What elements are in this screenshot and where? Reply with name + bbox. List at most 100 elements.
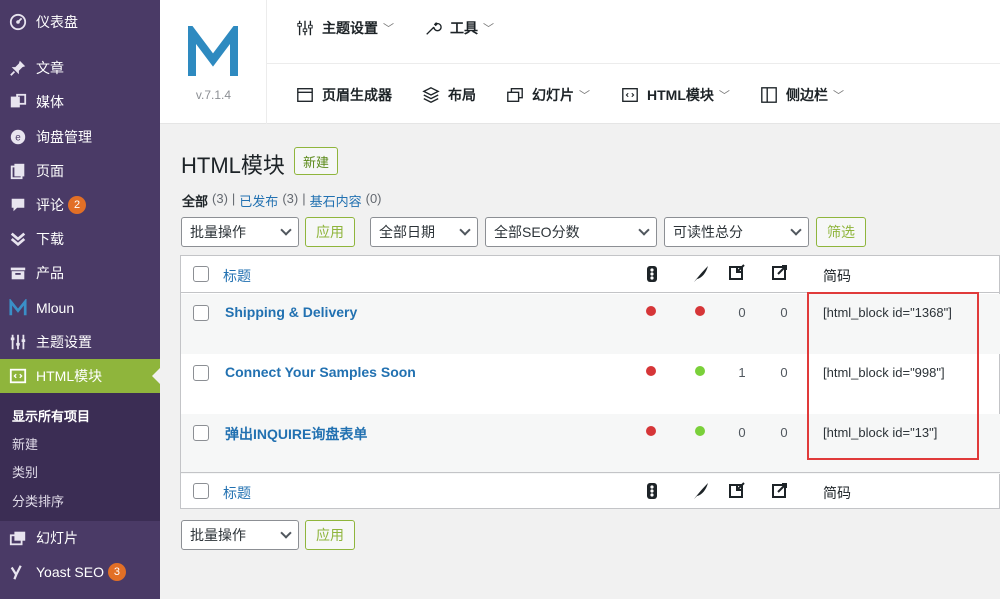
- wrench-icon: [424, 19, 442, 37]
- apply-button-bottom[interactable]: 应用: [305, 520, 355, 550]
- incoming-links-count: 0: [738, 425, 746, 440]
- sidebar-item-products[interactable]: 产品: [0, 256, 160, 290]
- table-footer: 标题 简码: [181, 472, 1000, 509]
- chevron-down-icon: ﹀: [383, 23, 394, 35]
- nav-tools[interactable]: 工具 ﹀: [424, 18, 494, 38]
- filter-all-count: (3): [212, 191, 228, 206]
- table-header: 标题 简码: [181, 256, 1000, 293]
- separator: |: [302, 191, 306, 206]
- m-logo-icon: [188, 26, 238, 76]
- nav-label: 工具: [450, 20, 478, 36]
- row-checkbox[interactable]: [193, 365, 209, 381]
- slides-icon: [506, 86, 524, 104]
- page-icon: [8, 161, 28, 181]
- sidebar-item-label: Yoast SEO: [36, 564, 104, 580]
- readability-select[interactable]: 可读性总分: [664, 217, 809, 247]
- nav-theme-settings[interactable]: 主题设置 ﹀: [296, 18, 394, 38]
- sidebar-item-html-blocks[interactable]: HTML模块: [0, 359, 160, 393]
- incoming-links-count: 0: [738, 305, 746, 320]
- page-title: HTML模块: [181, 153, 285, 178]
- slides-icon: [8, 528, 28, 548]
- readability-icon: [694, 483, 708, 499]
- select-all-checkbox[interactable]: [193, 483, 209, 499]
- filter-published[interactable]: 已发布: [239, 191, 278, 210]
- sidebar-item-media[interactable]: 媒体: [0, 85, 160, 119]
- chevron-down-icon: [459, 224, 471, 236]
- chevron-down-icon: ﹀: [579, 90, 590, 102]
- column-shortcode-footer: 简码: [823, 485, 851, 501]
- sidebar-item-label: 主题设置: [36, 334, 92, 350]
- incoming-links-count: 1: [738, 365, 746, 380]
- m-logo-icon: [8, 298, 28, 318]
- apply-button[interactable]: 应用: [305, 217, 355, 247]
- nav-header-builder[interactable]: 页眉生成器: [296, 85, 392, 105]
- post-title-link[interactable]: Connect Your Samples Soon: [225, 364, 416, 380]
- sidebar-item-yoast[interactable]: Yoast SEO 3: [0, 555, 160, 589]
- outgoing-links-count: 0: [780, 425, 788, 440]
- row-checkbox[interactable]: [193, 305, 209, 321]
- row-checkbox[interactable]: [193, 425, 209, 441]
- sidebar-item-pages[interactable]: 页面: [0, 154, 160, 188]
- submenu-new[interactable]: 新建: [12, 434, 38, 453]
- column-title-footer[interactable]: 标题: [223, 483, 251, 503]
- comment-count-badge: 2: [68, 196, 86, 214]
- sidebar-item-download[interactable]: 下载: [0, 222, 160, 256]
- window-icon: [296, 86, 314, 104]
- chevron-down-icon: [790, 224, 802, 236]
- sliders-icon: [8, 332, 28, 352]
- submenu-all-items[interactable]: 显示所有项目: [12, 406, 90, 425]
- add-new-button[interactable]: 新建: [294, 147, 339, 175]
- readability-status-dot: [695, 306, 705, 316]
- sidebar-item-inquiry[interactable]: e 询盘管理: [0, 120, 160, 154]
- sidebar-item-dashboard[interactable]: 仪表盘: [0, 5, 160, 39]
- sidebar-item-label: 文章: [36, 60, 64, 76]
- sidebar-item-label: 产品: [36, 265, 64, 281]
- sidebar-item-label: 页面: [36, 163, 64, 179]
- sidebar-layout-icon: [760, 86, 778, 104]
- outgoing-links-count: 0: [780, 305, 788, 320]
- date-filter-select[interactable]: 全部日期: [370, 217, 478, 247]
- inquiry-icon: e: [8, 127, 28, 147]
- column-title-header[interactable]: 标题: [223, 266, 251, 286]
- divider: [267, 63, 1000, 64]
- post-title-link[interactable]: Shipping & Delivery: [225, 304, 357, 320]
- select-value: 批量操作: [190, 224, 246, 240]
- bulk-action-select-bottom[interactable]: 批量操作: [181, 520, 299, 550]
- submenu-category-order[interactable]: 分类排序: [12, 491, 64, 510]
- sidebar-item-mloun[interactable]: Mloun: [0, 291, 160, 325]
- sidebar-item-label: 媒体: [36, 94, 64, 110]
- filter-cornerstone[interactable]: 基石内容: [310, 191, 362, 210]
- chevron-down-icon: ﹀: [718, 90, 730, 102]
- filter-button[interactable]: 筛选: [816, 217, 866, 247]
- nav-label: 主题设置: [322, 20, 378, 36]
- chevron-down-icon: [638, 224, 650, 236]
- sidebar-item-theme-settings[interactable]: 主题设置: [0, 325, 160, 359]
- bulk-action-select[interactable]: 批量操作: [181, 217, 299, 247]
- chevron-down-icon: [280, 224, 292, 236]
- filter-all[interactable]: 全部: [182, 191, 208, 210]
- seo-score-select[interactable]: 全部SEO分数: [485, 217, 657, 247]
- nav-layout[interactable]: 布局: [422, 85, 476, 105]
- nav-slides[interactable]: 幻灯片 ﹀: [506, 85, 590, 105]
- chevron-down-icon: ﹀: [833, 90, 844, 102]
- nav-sidebar[interactable]: 侧边栏 ﹀: [760, 85, 844, 105]
- select-value: 全部日期: [379, 224, 435, 240]
- nav-label: HTML模块: [647, 87, 714, 103]
- seo-status-dot: [646, 306, 656, 316]
- incoming-links-icon: [729, 264, 745, 280]
- comment-icon: [8, 195, 28, 215]
- submenu-categories[interactable]: 类别: [12, 462, 38, 481]
- filter-cornerstone-count: (0): [365, 191, 382, 206]
- separator: |: [231, 191, 236, 206]
- nav-html-blocks[interactable]: HTML模块 ﹀: [621, 85, 730, 105]
- post-title-link[interactable]: 弹出INQUIRE询盘表单: [225, 424, 367, 444]
- nav-label: 侧边栏: [786, 87, 828, 103]
- sidebar-item-comments[interactable]: 评论 2: [0, 188, 160, 222]
- sidebar-item-posts[interactable]: 文章: [0, 51, 160, 85]
- code-icon: [8, 366, 28, 386]
- yoast-count-badge: 3: [107, 563, 126, 581]
- sliders-icon: [296, 19, 314, 37]
- sidebar-item-slides[interactable]: 幻灯片: [0, 521, 160, 555]
- select-all-checkbox[interactable]: [193, 266, 209, 282]
- sidebar-item-label: 询盘管理: [36, 129, 92, 145]
